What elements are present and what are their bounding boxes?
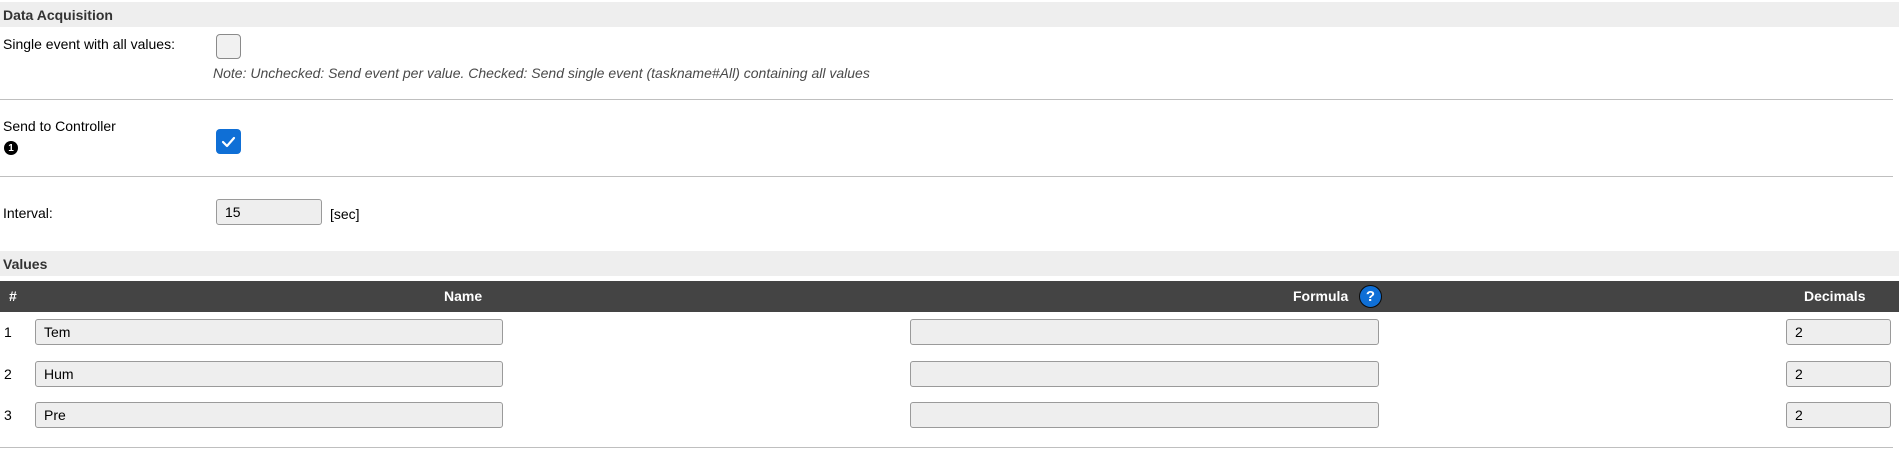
- checkmark-icon: [221, 136, 236, 147]
- divider: [0, 99, 1893, 100]
- value-decimals-input[interactable]: 2: [1786, 361, 1891, 387]
- values-header: Values: [0, 251, 1899, 276]
- column-name-header: Name: [444, 288, 483, 304]
- single-event-checkbox[interactable]: [216, 34, 241, 59]
- divider: [0, 447, 1893, 448]
- column-index-header: #: [9, 288, 17, 304]
- data-acquisition-header: Data Acquisition: [0, 2, 1899, 27]
- column-formula-header: Formula: [1293, 288, 1349, 304]
- values-table-header: # Name Formula ? Decimals: [0, 281, 1899, 312]
- value-decimals-input[interactable]: 2: [1786, 319, 1891, 345]
- value-formula-input[interactable]: [910, 319, 1379, 345]
- single-event-note: Note: Unchecked: Send event per value. C…: [213, 65, 870, 81]
- row-index: 3: [4, 407, 12, 423]
- value-name-input[interactable]: Pre: [35, 402, 503, 428]
- interval-input[interactable]: 15: [216, 199, 322, 225]
- controller-number-badge-icon: 1: [4, 141, 18, 155]
- value-name-input[interactable]: Tem: [35, 319, 503, 345]
- interval-unit: [sec]: [330, 206, 360, 222]
- send-to-controller-label: Send to Controller: [3, 118, 116, 134]
- value-decimals-input[interactable]: 2: [1786, 402, 1891, 428]
- row-index: 1: [4, 324, 12, 340]
- task-settings-page: Data Acquisition Single event with all v…: [0, 0, 1899, 451]
- formula-help-icon[interactable]: ?: [1359, 285, 1382, 308]
- send-to-controller-checkbox[interactable]: [216, 129, 241, 154]
- value-formula-input[interactable]: [910, 361, 1379, 387]
- divider: [0, 176, 1893, 177]
- interval-label: Interval:: [3, 205, 53, 221]
- value-formula-input[interactable]: [910, 402, 1379, 428]
- row-index: 2: [4, 366, 12, 382]
- column-decimals-header: Decimals: [1804, 288, 1866, 304]
- single-event-label: Single event with all values:: [3, 36, 175, 52]
- value-name-input[interactable]: Hum: [35, 361, 503, 387]
